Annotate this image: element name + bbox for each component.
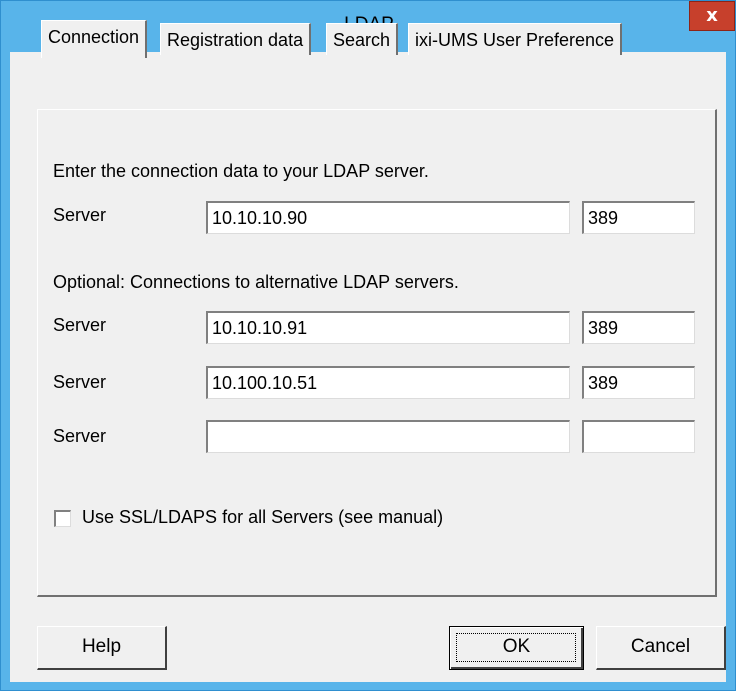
close-button[interactable]: x xyxy=(689,1,735,31)
connection-intro-text: Enter the connection data to your LDAP s… xyxy=(53,161,429,181)
tab-label: Registration data xyxy=(167,30,304,50)
cancel-button[interactable]: Cancel xyxy=(596,626,726,670)
server-label: Server xyxy=(53,426,107,446)
alt-server-3-host-input[interactable] xyxy=(206,420,570,453)
server-label: Server xyxy=(53,315,107,335)
focus-rectangle xyxy=(456,633,576,662)
server-port-input[interactable] xyxy=(582,201,695,234)
server-label: Server xyxy=(53,372,107,392)
help-button[interactable]: Help xyxy=(37,626,167,670)
alt-server-1-port-input[interactable] xyxy=(582,311,695,344)
ssl-checkbox[interactable] xyxy=(54,510,71,527)
alt-server-3-port-input[interactable] xyxy=(582,420,695,453)
alt-server-1-host-input[interactable] xyxy=(206,311,570,344)
optional-servers-text: Optional: Connections to alternative LDA… xyxy=(53,272,459,292)
tab-registration-data[interactable]: Registration data xyxy=(160,23,312,55)
tab-connection[interactable]: Connection xyxy=(41,20,148,58)
tab-ixi-ums-user-preference[interactable]: ixi-UMS User Preference xyxy=(408,23,623,55)
tab-label: Search xyxy=(333,30,391,50)
alt-server-2-port-input[interactable] xyxy=(582,366,695,399)
tab-label: ixi-UMS User Preference xyxy=(415,30,615,50)
tab-search[interactable]: Search xyxy=(326,23,399,55)
tab-label: Connection xyxy=(48,27,140,47)
server-label: Server xyxy=(53,205,107,225)
alt-server-2-host-input[interactable] xyxy=(206,366,570,399)
ssl-checkbox-label[interactable]: Use SSL/LDAPS for all Servers (see manua… xyxy=(82,507,443,528)
ok-button[interactable]: OK xyxy=(449,626,584,670)
server-host-input[interactable] xyxy=(206,201,570,234)
